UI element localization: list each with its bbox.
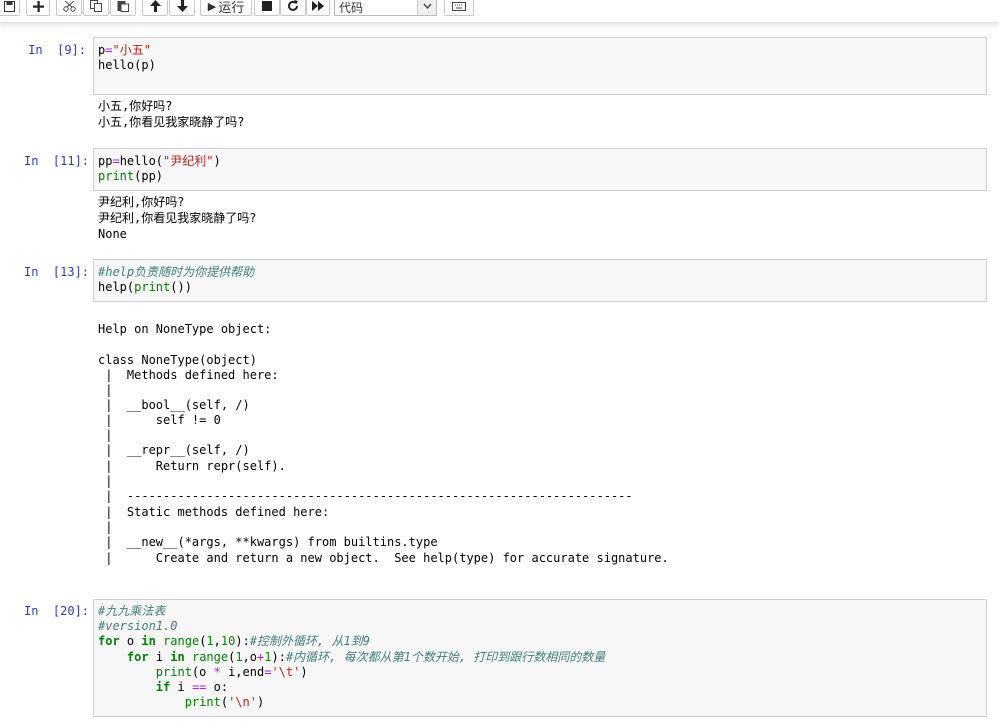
restart-icon[interactable]	[280, 0, 306, 16]
arrow-down-icon[interactable]	[169, 0, 195, 16]
output-line: None	[98, 227, 127, 241]
output-line: |	[98, 428, 113, 442]
output-line: | Return repr(self).	[98, 459, 286, 473]
paste-icon[interactable]	[110, 0, 136, 16]
output-line: class NoneType(object)	[98, 353, 257, 367]
output-line: | Methods defined here:	[98, 368, 279, 382]
output-line: 小五,你看见我家晓静了吗?	[98, 115, 245, 129]
copy-icon[interactable]	[83, 0, 109, 16]
code-line: hello(p)	[98, 58, 156, 72]
save-icon[interactable]	[0, 0, 20, 16]
code-line: print('\n')	[184, 695, 265, 709]
code-line: pp=hello("尹纪利")	[98, 154, 221, 168]
run-button[interactable]: ▶ 运行	[200, 0, 252, 16]
output-line: Help on NoneType object:	[98, 322, 272, 336]
arrow-up-icon[interactable]	[142, 0, 168, 16]
output-line: | __new__(*args, **kwargs) from builtins…	[98, 535, 438, 549]
code-line: for o in range(1,10):#控制外循环, 从1到9	[98, 634, 370, 648]
code-cell-input[interactable]: #九九乘法表 #version1.0 for o in range(1,10):…	[93, 599, 987, 717]
code-cell-input[interactable]: p="小五" hello(p)	[93, 37, 987, 95]
toolbar: ▶ 运行 代码	[0, 0, 999, 23]
output-line: | __repr__(self, /)	[98, 443, 250, 457]
output-line: | --------------------------------------…	[98, 489, 633, 503]
run-label: 运行	[218, 0, 245, 16]
stop-icon[interactable]	[254, 0, 280, 16]
output-line: 尹纪利,你好吗?	[98, 195, 185, 209]
output-line: |	[98, 520, 113, 534]
cell-prompt: In [11]:	[24, 154, 90, 168]
code-line: for i in range(1,o+1):#内循环, 每次都从第1个数开始, …	[126, 650, 606, 664]
output-line: 尹纪利,你看见我家晓静了吗?	[98, 211, 257, 225]
cell-prompt: In [20]:	[24, 604, 90, 618]
code-comment: #version1.0	[98, 619, 178, 633]
cell-type-value: 代码	[339, 1, 364, 15]
fast-forward-icon[interactable]	[306, 0, 330, 16]
cell-prompt: In [9]:	[28, 43, 86, 57]
output-line: | Create and return a new object. See he…	[98, 551, 669, 565]
output-line: | self != 0	[98, 413, 221, 427]
code-cell-input[interactable]: #help负责随时为你提供帮助 help(print())	[93, 259, 987, 302]
code-comment: #九九乘法表	[98, 604, 166, 618]
output-line: 小五,你好吗?	[98, 99, 173, 113]
chevron-down-icon	[417, 0, 436, 15]
code-line: help(print())	[98, 280, 192, 294]
output-line: | Static methods defined here:	[98, 505, 330, 519]
plus-icon[interactable]	[26, 0, 50, 16]
code-line: print(pp)	[98, 169, 164, 183]
code-line: print(o * i,end='\t')	[155, 665, 308, 679]
code-comment: #help负责随时为你提供帮助	[98, 265, 255, 279]
output-line: |	[98, 474, 113, 488]
code-line: if i == o:	[155, 680, 229, 694]
cell-type-select[interactable]: 代码	[334, 0, 437, 16]
code-cell-input[interactable]: pp=hello("尹纪利") print(pp)	[93, 148, 987, 191]
run-icon: ▶	[207, 0, 217, 13]
output-line: | __bool__(self, /)	[98, 398, 250, 412]
output-line: |	[98, 383, 113, 397]
cell-prompt: In [13]:	[24, 265, 90, 279]
code-line: p="小五"	[98, 43, 151, 57]
cut-icon[interactable]	[56, 0, 82, 16]
keyboard-icon[interactable]	[444, 0, 474, 16]
